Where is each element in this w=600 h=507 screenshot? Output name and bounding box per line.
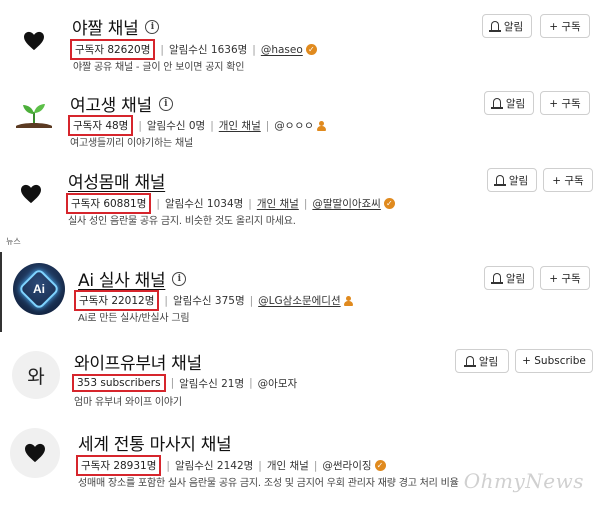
channel-title[interactable]: 세계 전통 마사지 채널: [78, 430, 232, 455]
channel-title[interactable]: 여성몸매 채널: [68, 168, 165, 193]
subscribe-button[interactable]: + 구독: [543, 168, 593, 192]
watermark: OhmyNews: [463, 469, 584, 493]
channel-handle[interactable]: @LG삼소문에디션: [258, 293, 340, 308]
alert-count: 알림수신 21명: [179, 377, 245, 390]
bell-icon: [490, 272, 503, 284]
info-icon[interactable]: i: [172, 271, 187, 286]
subscriber-count: 353 subscribers: [72, 374, 166, 392]
heart-icon: [18, 182, 44, 206]
person-icon: [343, 295, 353, 306]
channel-title[interactable]: Ai 실사 채널: [78, 266, 166, 291]
info-icon[interactable]: i: [145, 19, 160, 34]
subscribe-button[interactable]: + 구독: [540, 14, 590, 38]
channel-description: 여고생들끼리 이야기하는 채널: [70, 138, 193, 149]
alarm-button[interactable]: 알림: [455, 349, 509, 373]
subscriber-count: 구독자 82620명: [70, 39, 156, 60]
subscribe-button[interactable]: + Subscribe: [515, 349, 593, 373]
channel-avatar: 와: [12, 351, 60, 399]
alarm-button[interactable]: 알림: [487, 168, 537, 192]
sprout-icon: [14, 98, 54, 130]
alert-count: 알림수신 1034명: [164, 198, 244, 210]
bell-icon: [493, 174, 506, 186]
verified-icon: ✓: [383, 198, 395, 209]
channel-handle[interactable]: @썬라이징: [322, 458, 371, 473]
bell-icon: [463, 355, 476, 367]
person-icon: [316, 120, 326, 131]
section-label: 뉴스: [6, 237, 21, 246]
channel-description: 야짤 공유 채널 - 글이 안 보이면 공지 확인: [73, 62, 245, 73]
bell-icon: [490, 97, 503, 109]
divider: [0, 252, 2, 332]
channel-type[interactable]: 개인 채널: [267, 458, 309, 473]
bell-icon: [488, 20, 501, 32]
channel-handle[interactable]: @딸딸이아죠씨: [312, 196, 380, 211]
subscriber-count: 구독자 48명: [68, 115, 134, 136]
channel-title[interactable]: 야짤 채널: [72, 14, 139, 39]
channel-type[interactable]: 개인 채널: [257, 196, 299, 211]
alarm-button[interactable]: 알림: [484, 266, 534, 290]
channel-handle[interactable]: @아모자: [258, 376, 297, 391]
channel-type[interactable]: 개인 채널: [219, 118, 261, 133]
alert-count: 알림수신 0명: [146, 120, 206, 132]
channel-description: 엄마 유부녀 와이프 이야기: [74, 397, 182, 408]
channel-title[interactable]: 여고생 채널: [70, 91, 152, 116]
verified-icon: ✓: [374, 460, 386, 471]
channel-handle[interactable]: @ㅇㅇㅇ: [274, 118, 313, 133]
heart-icon: [20, 28, 48, 54]
subscribe-button[interactable]: + 구독: [540, 91, 590, 115]
subscriber-count: 구독자 22012명: [74, 290, 160, 311]
channel-avatar: [10, 428, 60, 478]
alarm-button[interactable]: 알림: [482, 14, 532, 38]
channel-description: Ai로 만든 실사/반실사 그림: [78, 313, 190, 324]
channel-description: 실사 성인 음란물 공유 금지. 비슷한 것도 올리지 마세요.: [68, 216, 296, 227]
alert-count: 알림수신 2142명: [174, 460, 254, 472]
subscriber-count: 구독자 60881명: [66, 193, 152, 214]
alert-count: 알림수신 1636명: [168, 44, 248, 56]
channel-handle[interactable]: @haseo: [261, 44, 303, 56]
subscribe-button[interactable]: + 구독: [540, 266, 590, 290]
info-icon[interactable]: i: [158, 96, 173, 111]
alarm-button[interactable]: 알림: [484, 91, 534, 115]
subscriber-count: 구독자 28931명: [76, 455, 162, 476]
alert-count: 알림수신 375명: [172, 295, 245, 307]
channel-title[interactable]: 와이프유부녀 채널: [74, 349, 202, 374]
channel-avatar: Ai: [13, 263, 65, 315]
verified-icon: ✓: [305, 44, 317, 55]
heart-icon: [25, 443, 45, 463]
